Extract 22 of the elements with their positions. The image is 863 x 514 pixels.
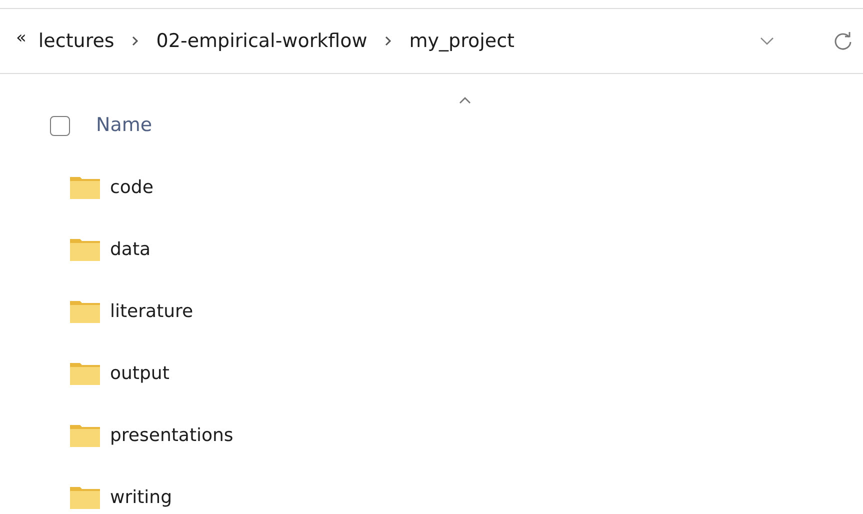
file-name[interactable]: output: [110, 362, 170, 384]
breadcrumb-item[interactable]: my_project: [409, 30, 514, 52]
chevron-down-icon[interactable]: [759, 36, 775, 46]
breadcrumb-item[interactable]: lectures: [38, 30, 114, 52]
folder-icon: [70, 175, 100, 199]
column-header[interactable]: Name: [96, 114, 152, 136]
folder-icon: [70, 299, 100, 323]
refresh-icon[interactable]: [833, 31, 853, 51]
select-all-checkbox[interactable]: [50, 116, 70, 136]
folder-icon: [70, 423, 100, 447]
folder-icon: [70, 361, 100, 385]
folder-icon: [70, 237, 100, 261]
chevron-right-icon: [130, 35, 140, 47]
folder-icon: [70, 485, 100, 509]
file-name[interactable]: presentations: [110, 424, 234, 446]
breadcrumb-item[interactable]: 02-empirical-workflow: [156, 30, 368, 52]
file-name[interactable]: code: [110, 176, 154, 198]
file-name[interactable]: literature: [110, 300, 194, 322]
file-name[interactable]: data: [110, 238, 151, 260]
file-name[interactable]: writing: [110, 486, 172, 508]
overflow-button[interactable]: «: [16, 28, 26, 48]
chevron-right-icon: [383, 35, 394, 47]
